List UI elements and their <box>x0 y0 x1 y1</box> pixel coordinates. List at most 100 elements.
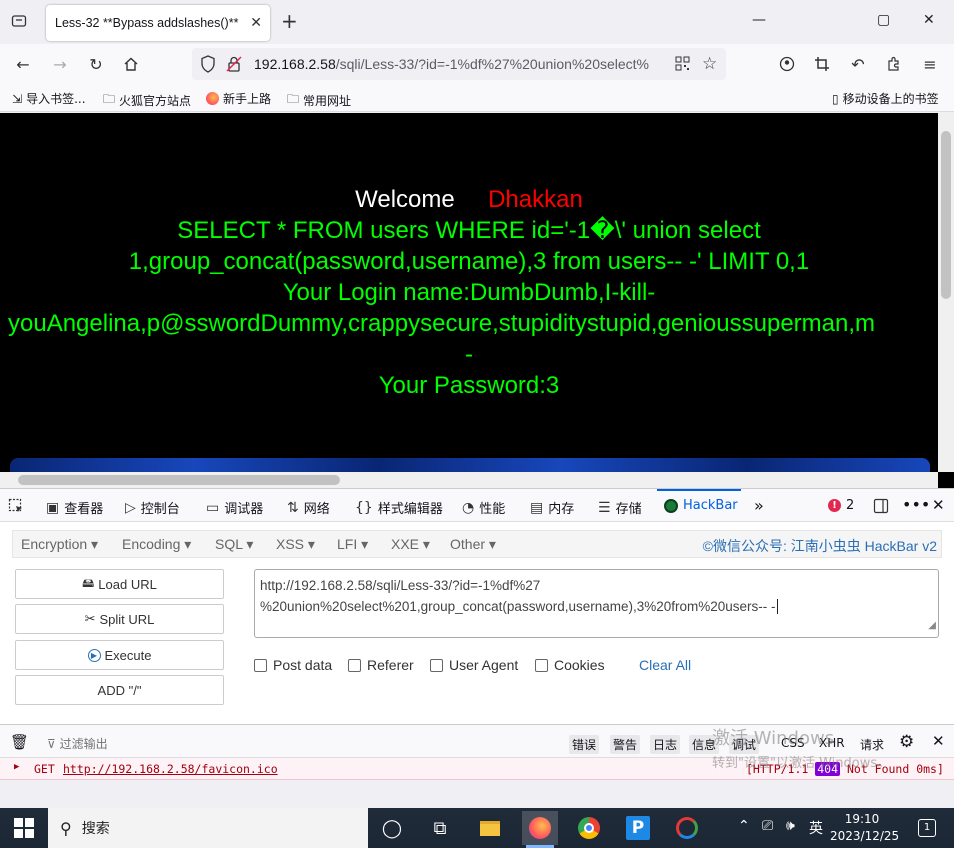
volume-icon[interactable]: 🕪 <box>786 818 795 834</box>
home-icon[interactable] <box>120 53 142 75</box>
console-icon: ▷ <box>125 499 136 516</box>
cookies-checkbox[interactable]: Cookies <box>535 657 605 673</box>
filter-warnings[interactable]: 警告 <box>610 735 641 754</box>
menu-encoding[interactable]: Encoding ▾ <box>122 536 191 553</box>
widgets-icon[interactable]: ⧉ <box>426 814 454 842</box>
vertical-scrollbar[interactable] <box>938 113 954 472</box>
referer-checkbox[interactable]: Referer <box>348 657 414 673</box>
execute-button[interactable]: ▶ Execute <box>15 640 224 670</box>
filter-xhr[interactable]: XHR <box>816 735 848 751</box>
bookmark-item[interactable]: ⇲ 导入书签... <box>12 90 86 107</box>
tab-storage[interactable]: ☰ 存储 <box>598 498 642 518</box>
bookmark-item[interactable]: 🗀 火狐官方站点 <box>103 90 191 111</box>
tab-debugger[interactable]: ▭ 调试器 <box>206 498 263 518</box>
checkbox-icon[interactable] <box>430 658 443 672</box>
menu-lfi[interactable]: LFI ▾ <box>337 536 368 553</box>
user-agent-checkbox[interactable]: User Agent <box>430 657 518 673</box>
horizontal-scrollbar[interactable] <box>0 472 938 488</box>
filter-debug[interactable]: 调试 <box>729 735 760 754</box>
resize-handle-icon[interactable]: ◢ <box>928 615 936 636</box>
browser-tab[interactable]: Less-32 **Bypass addslashes()** ✕ <box>46 5 270 41</box>
expand-arrow-icon[interactable]: ▶ <box>14 762 19 772</box>
tray-expand-icon[interactable]: ⌃ <box>738 818 750 834</box>
console-settings-gear-icon[interactable]: ⚙ <box>899 732 914 752</box>
menu-xss[interactable]: XSS ▾ <box>276 536 315 553</box>
pycharm-icon[interactable]: P <box>624 814 652 842</box>
notification-icon[interactable]: 1 <box>918 819 936 837</box>
taskbar-search[interactable]: ⚲ 搜索 <box>48 808 368 848</box>
element-picker-icon[interactable] <box>8 498 24 514</box>
taskbar-clock[interactable]: 19:10 2023/12/25 <box>830 811 899 845</box>
menu-icon[interactable]: ≡ <box>919 53 941 75</box>
new-tab-button[interactable]: + <box>281 10 298 32</box>
app-icon[interactable] <box>673 814 701 842</box>
extensions-icon[interactable] <box>883 53 905 75</box>
shield-icon[interactable] <box>200 55 216 76</box>
vertical-scroll-thumb[interactable] <box>941 131 951 299</box>
load-url-button[interactable]: 🖴 Load URL <box>15 569 224 599</box>
dock-icon[interactable] <box>873 498 889 514</box>
filter-info[interactable]: 信息 <box>689 735 720 754</box>
tab-close-icon[interactable]: ✕ <box>250 14 262 31</box>
url-textarea[interactable]: http://192.168.2.58/sqli/Less-33/?id=-1%… <box>254 569 939 638</box>
menu-sql[interactable]: SQL ▾ <box>215 536 253 553</box>
insecure-lock-icon[interactable] <box>226 55 242 76</box>
console-close-icon[interactable]: ✕ <box>932 732 945 750</box>
error-count[interactable]: ! 2 <box>828 498 854 513</box>
url-bar[interactable]: 192.168.2.58/sqli/Less-33/?id=-1%df%27%2… <box>192 48 726 80</box>
tab-performance[interactable]: ◔ 性能 <box>462 498 505 518</box>
file-explorer-icon[interactable] <box>476 814 504 842</box>
maximize-button[interactable]: ▢ <box>877 12 890 28</box>
filter-css[interactable]: CSS <box>778 735 808 751</box>
qr-code-icon[interactable] <box>675 56 690 74</box>
tab-hackbar[interactable]: HackBar <box>664 498 738 513</box>
checkbox-icon[interactable] <box>254 658 267 672</box>
checkbox-icon[interactable] <box>535 658 548 672</box>
window-close-button[interactable]: ✕ <box>923 12 935 28</box>
clear-all-link[interactable]: Clear All <box>639 657 691 673</box>
inspector-icon: ▣ <box>46 499 60 516</box>
start-windows-icon[interactable] <box>14 818 34 838</box>
more-tabs-icon[interactable]: » <box>754 496 764 515</box>
horizontal-scroll-thumb[interactable] <box>18 475 340 485</box>
minimize-button[interactable]: — <box>752 12 766 28</box>
undo-icon[interactable]: ↶ <box>847 53 869 75</box>
filter-errors[interactable]: 错误 <box>569 735 600 754</box>
back-icon[interactable]: ← <box>12 53 34 75</box>
checkbox-icon[interactable] <box>348 658 361 672</box>
console-message[interactable]: ▶ GET http://192.168.2.58/favicon.ico [H… <box>0 758 954 780</box>
post-data-checkbox[interactable]: Post data <box>254 657 332 673</box>
tab-memory[interactable]: ▤ 内存 <box>530 498 574 518</box>
tab-style-editor[interactable]: {} 样式编辑器 <box>355 498 443 518</box>
forward-icon[interactable]: → <box>49 53 71 75</box>
ime-indicator[interactable]: 英 <box>809 818 823 838</box>
filter-requests[interactable]: 请求 <box>857 735 887 754</box>
task-view-icon[interactable]: ◯ <box>378 814 406 842</box>
split-url-button[interactable]: ✂ Split URL <box>15 604 224 634</box>
mobile-bookmarks[interactable]: ▯ 移动设备上的书签 <box>832 90 939 107</box>
tab-inspector[interactable]: ▣ 查看器 <box>46 498 103 518</box>
add-slash-button[interactable]: ADD "/" <box>15 675 224 705</box>
network-tray-icon[interactable]: ⎚ <box>762 818 773 834</box>
bookmark-star-icon[interactable]: ☆ <box>702 54 717 74</box>
url-text[interactable]: 192.168.2.58/sqli/Less-33/?id=-1%df%27%2… <box>254 56 664 72</box>
tab-list-icon[interactable] <box>8 10 30 32</box>
trash-icon[interactable]: 🗑 <box>10 733 29 751</box>
menu-other[interactable]: Other ▾ <box>450 536 496 553</box>
tab-network[interactable]: ⇅ 网络 <box>287 498 330 518</box>
devtools-close-icon[interactable]: ✕ <box>932 496 945 514</box>
account-icon[interactable] <box>776 53 798 75</box>
firefox-taskbar-icon[interactable] <box>522 811 558 845</box>
filter-input[interactable]: ⊽ 过滤输出 <box>47 735 108 752</box>
console-url-link[interactable]: http://192.168.2.58/favicon.ico <box>63 762 278 776</box>
chrome-icon[interactable] <box>575 814 603 842</box>
bookmark-item[interactable]: 新手上路 <box>206 90 271 107</box>
menu-xxe[interactable]: XXE ▾ <box>391 536 430 553</box>
menu-encryption[interactable]: Encryption ▾ <box>21 536 98 553</box>
filter-logs[interactable]: 日志 <box>650 735 681 754</box>
overflow-menu-icon[interactable]: ••• <box>902 495 930 514</box>
bookmark-item[interactable]: 🗀 常用网址 <box>287 90 351 111</box>
reload-icon[interactable]: ↻ <box>85 53 107 75</box>
screenshot-icon[interactable] <box>811 53 833 75</box>
tab-console[interactable]: ▷ 控制台 <box>125 498 180 518</box>
